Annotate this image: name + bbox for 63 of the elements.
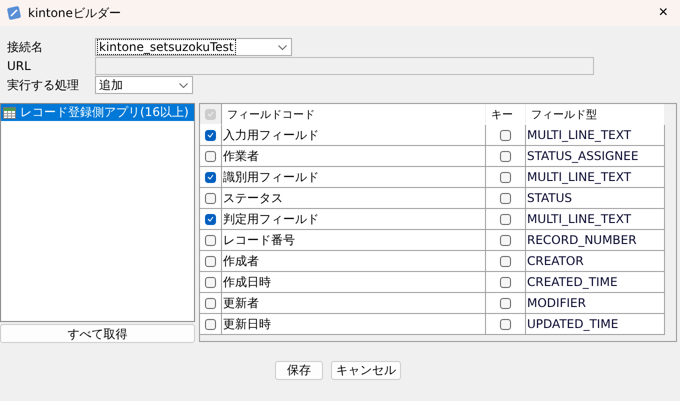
row-checkbox[interactable] [205,192,216,204]
key-checkbox[interactable] [500,192,511,204]
save-button[interactable]: 保存 [275,361,323,380]
table-cell: 更新日時 [222,314,486,335]
column-header: フィールドコード [222,104,486,125]
row-checkbox[interactable] [205,150,216,162]
table-cell: MODIFIER [526,293,665,314]
table-cell: レコード番号 [222,230,486,251]
row-checkbox[interactable] [205,214,216,224]
row-checkbox[interactable] [205,298,216,308]
action-dropdown[interactable]: 追加 [95,76,193,94]
table-cell: MULTI_LINE_TEXT [526,125,665,146]
key-checkbox[interactable] [500,172,511,182]
table-cell: STATUS_ASSIGNEE [526,146,665,167]
table-cell: 更新者 [222,293,486,314]
connection-dropdown[interactable]: kintone_setsuzokuTest [95,38,292,56]
caret-icon [179,82,188,88]
table-cell: STATUS [526,188,665,209]
caret-icon [278,44,287,50]
row-checkbox[interactable] [205,318,216,330]
key-checkbox[interactable] [500,318,511,330]
key-checkbox[interactable] [500,276,511,288]
checkmark-icon [207,216,214,222]
row-checkbox[interactable] [205,234,216,246]
row-checkbox[interactable] [205,276,216,288]
column-header: フィールド型 [526,104,665,125]
table-cell: 識別用フィールド [222,167,486,188]
table-cell: MULTI_LINE_TEXT [526,167,665,188]
checkmark-icon [207,111,214,117]
app-list-item[interactable]: レコード登録側アプリ(16以上) [1,104,194,121]
table-cell: CREATED_TIME [526,272,665,293]
table-cell: CREATOR [526,251,665,272]
url-field[interactable] [95,57,594,75]
table-cell: UPDATED_TIME [526,314,665,335]
field-label: 実行する処理 [7,76,80,94]
table-cell: ステータス [222,188,486,209]
table-cell: MULTI_LINE_TEXT [526,209,665,230]
column-header: キー [486,104,526,125]
table-cell: 作成者 [222,251,486,272]
key-checkbox[interactable] [500,150,511,162]
row-checkbox[interactable] [205,130,216,140]
fetch-all-button[interactable]: すべて取得 [0,324,195,343]
key-checkbox[interactable] [500,234,511,246]
key-checkbox[interactable] [500,256,511,266]
key-checkbox[interactable] [500,214,511,224]
checkmark-icon [207,174,214,180]
field-label: 接続名 [7,38,44,56]
table-cell: 作成日時 [222,272,486,293]
close-button[interactable]: × [654,4,672,22]
table-icon [3,106,16,118]
field-label: URL [7,59,32,73]
key-checkbox[interactable] [500,130,511,140]
app-icon [6,5,22,21]
table-cell: RECORD_NUMBER [526,230,665,251]
checkmark-icon [207,132,214,138]
table-cell: 入力用フィールド [222,125,486,146]
table-cell: 作業者 [222,146,486,167]
row-checkbox[interactable] [205,172,216,182]
window-title: kintoneビルダー [28,4,122,22]
key-checkbox[interactable] [500,298,511,308]
row-checkbox[interactable] [205,256,216,266]
cancel-button[interactable]: キャンセル [331,361,401,380]
table-cell: 判定用フィールド [222,209,486,230]
